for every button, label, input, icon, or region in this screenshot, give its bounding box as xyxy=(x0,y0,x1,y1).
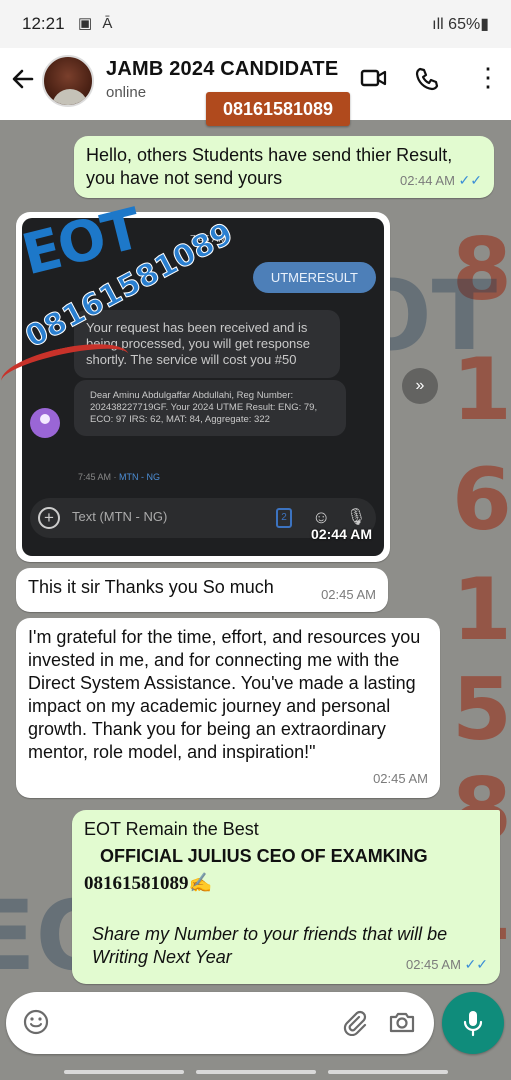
contact-status: online xyxy=(106,84,147,101)
wallpaper-watermark: 6 xyxy=(452,450,511,550)
status-bar: 12:21 ▣ Ā ıll 65%▮ xyxy=(0,0,511,48)
sms-contact-icon xyxy=(30,408,60,438)
read-receipt-icon: ✓✓ xyxy=(458,172,482,188)
chat-area[interactable]: 8 1 6 1 5 8 1 EO OT Hello, others Studen… xyxy=(0,120,511,1080)
sms-carrier-line: 7:45 AM · MTN - NG xyxy=(78,472,160,482)
message-time: 02:44 AM xyxy=(311,526,372,542)
back-arrow-icon[interactable] xyxy=(10,66,36,99)
sim-icon: 2 xyxy=(276,508,292,528)
contact-name[interactable]: JAMB 2024 CANDIDATE xyxy=(106,58,338,81)
emoji-icon[interactable] xyxy=(22,1008,50,1041)
read-receipt-icon: ✓✓ xyxy=(464,956,488,972)
camera-icon[interactable] xyxy=(388,1008,416,1041)
sms-input-placeholder: Text (MTN - NG) xyxy=(72,509,168,524)
message-text: Hello, others Students have send thier R… xyxy=(86,145,453,188)
contact-avatar[interactable] xyxy=(42,55,94,107)
status-time: 12:21 xyxy=(22,14,65,33)
attach-icon[interactable] xyxy=(340,1008,368,1041)
more-options-icon[interactable]: ⋮ xyxy=(475,62,501,93)
wallpaper-watermark: 1 xyxy=(452,560,511,660)
message-line-bold: OFFICIAL JULIUS CEO OF EXAMKING xyxy=(100,846,428,866)
system-nav-bar xyxy=(0,1062,511,1080)
add-icon: + xyxy=(38,507,60,529)
outgoing-message[interactable]: EOT Remain the Best OFFICIAL JULIUS CEO … xyxy=(72,810,500,984)
message-time: 02:45 AM xyxy=(405,957,461,972)
voice-call-icon[interactable] xyxy=(414,66,440,97)
message-text: This it sir Thanks you So much xyxy=(28,577,274,597)
emoji-icon: ☺ xyxy=(312,507,331,527)
wallpaper-watermark: 5 xyxy=(452,660,511,760)
message-line: EOT Remain the Best xyxy=(84,819,259,839)
nav-home[interactable] xyxy=(196,1070,316,1074)
phone-number-badge: 08161581089 xyxy=(206,92,350,126)
incoming-message[interactable]: This it sir Thanks you So much 02:45 AM xyxy=(16,568,388,612)
message-text: I'm grateful for the time, effort, and r… xyxy=(28,627,421,762)
sms-carrier: MTN - NG xyxy=(119,472,161,482)
message-time: 02:45 AM xyxy=(321,587,376,602)
sms-result-bubble: Dear Aminu Abdulgaffar Abdullahi, Reg Nu… xyxy=(74,380,346,436)
message-input[interactable] xyxy=(62,1010,322,1036)
nav-back[interactable] xyxy=(328,1070,448,1074)
message-time: 02:45 AM xyxy=(373,771,428,786)
signal-icon: ıll xyxy=(432,16,444,33)
microphone-icon xyxy=(463,1011,483,1037)
notification-icons: ▣ Ā xyxy=(78,15,116,32)
phone-number-line: 08161581089✍️ xyxy=(84,873,213,894)
message-meta: 02:45 AM ✓✓ xyxy=(406,953,488,976)
battery-level: 65%▮ xyxy=(448,16,489,33)
sms-carrier-time: 7:45 AM · xyxy=(78,472,120,482)
message-input-bar xyxy=(6,992,434,1054)
mic-icon: 🎙 xyxy=(346,509,367,526)
nav-recents[interactable] xyxy=(64,1070,184,1074)
status-right: ıll 65%▮ xyxy=(432,14,489,34)
message-meta: 02:44 AM ✓✓ xyxy=(400,169,482,192)
sms-sent-bubble: UTMERESULT xyxy=(252,262,376,293)
incoming-message[interactable]: I'm grateful for the time, effort, and r… xyxy=(16,618,440,798)
outgoing-message[interactable]: Hello, others Students have send thier R… xyxy=(74,136,494,198)
message-time: 02:44 AM xyxy=(399,173,455,188)
forward-icon[interactable]: » xyxy=(402,368,438,404)
video-call-icon[interactable] xyxy=(360,66,388,95)
voice-record-button[interactable] xyxy=(442,992,504,1054)
